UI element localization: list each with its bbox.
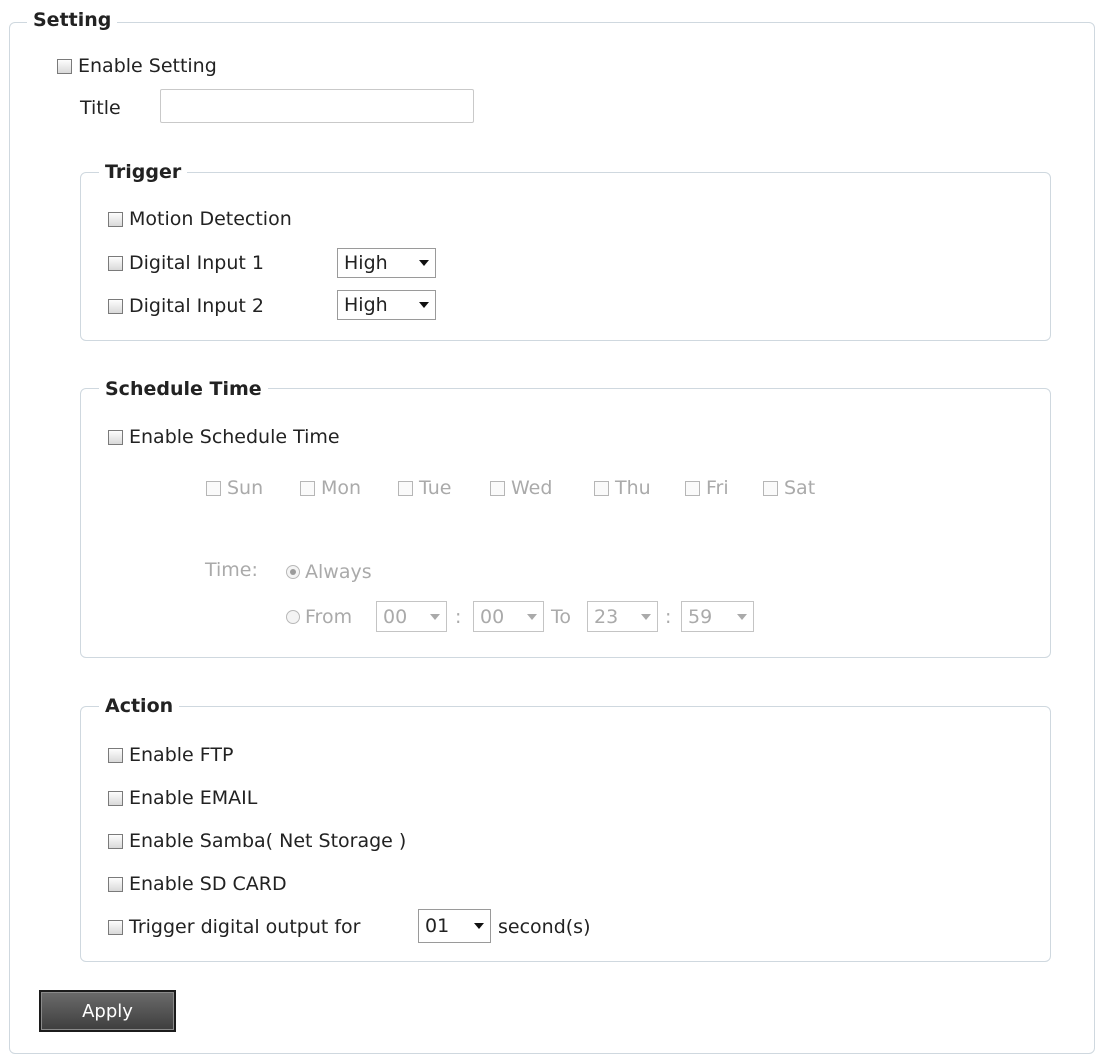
day-sat[interactable]: Sat bbox=[763, 476, 815, 500]
enable-samba-row[interactable]: Enable Samba( Net Storage ) bbox=[108, 829, 406, 853]
enable-schedule-row[interactable]: Enable Schedule Time bbox=[108, 425, 340, 449]
enable-schedule-label: Enable Schedule Time bbox=[129, 426, 340, 448]
digital-input-2-checkbox[interactable] bbox=[108, 298, 123, 314]
chevron-down-icon bbox=[737, 613, 747, 620]
day-mon[interactable]: Mon bbox=[300, 476, 361, 500]
digital-input-1-value: High bbox=[344, 252, 388, 274]
time-label: Time: bbox=[205, 559, 258, 581]
day-sun-label: Sun bbox=[227, 477, 264, 499]
day-thu-label: Thu bbox=[615, 477, 651, 499]
always-radio-row[interactable]: Always bbox=[286, 560, 372, 584]
to-label: To bbox=[551, 606, 572, 628]
chevron-down-icon bbox=[419, 302, 429, 308]
day-sun-checkbox[interactable] bbox=[206, 480, 221, 496]
day-tue-checkbox[interactable] bbox=[398, 480, 413, 496]
chevron-down-icon bbox=[527, 613, 537, 620]
day-thu[interactable]: Thu bbox=[594, 476, 651, 500]
enable-sd-row[interactable]: Enable SD CARD bbox=[108, 872, 287, 896]
day-tue-label: Tue bbox=[419, 477, 452, 499]
day-tue[interactable]: Tue bbox=[398, 476, 451, 500]
digital-output-unit: second(s) bbox=[498, 916, 591, 938]
digital-input-2-row[interactable]: Digital Input 2 bbox=[108, 294, 264, 318]
digital-input-1-row[interactable]: Digital Input 1 bbox=[108, 251, 264, 275]
digital-input-1-checkbox[interactable] bbox=[108, 255, 123, 271]
day-fri-label: Fri bbox=[706, 477, 729, 499]
day-wed[interactable]: Wed bbox=[490, 476, 552, 500]
from-minute-value: 00 bbox=[480, 605, 505, 628]
from-colon: : bbox=[455, 606, 462, 628]
to-hour-value: 23 bbox=[594, 605, 619, 628]
radio-selected-dot bbox=[290, 569, 296, 575]
chevron-down-icon bbox=[419, 260, 429, 266]
setting-legend: Setting bbox=[27, 8, 118, 32]
enable-setting-row[interactable]: Enable Setting bbox=[57, 54, 217, 78]
to-minute-value: 59 bbox=[688, 605, 713, 628]
from-minute-select[interactable]: 00 bbox=[473, 601, 544, 632]
day-sat-label: Sat bbox=[784, 477, 816, 499]
digital-input-2-label: Digital Input 2 bbox=[129, 295, 264, 317]
enable-email-checkbox[interactable] bbox=[108, 790, 123, 806]
digital-input-2-value: High bbox=[344, 294, 388, 316]
action-legend: Action bbox=[99, 694, 180, 718]
enable-ftp-row[interactable]: Enable FTP bbox=[108, 743, 233, 767]
to-colon: : bbox=[665, 606, 672, 628]
enable-ftp-label: Enable FTP bbox=[129, 744, 234, 766]
chevron-down-icon bbox=[641, 613, 651, 620]
to-minute-select[interactable]: 59 bbox=[681, 601, 754, 632]
title-label: Title bbox=[80, 97, 121, 119]
from-hour-value: 00 bbox=[383, 605, 408, 628]
always-radio[interactable] bbox=[286, 565, 300, 579]
day-sat-checkbox[interactable] bbox=[763, 480, 778, 496]
enable-ftp-checkbox[interactable] bbox=[108, 747, 123, 763]
enable-samba-label: Enable Samba( Net Storage ) bbox=[129, 830, 407, 852]
to-hour-select[interactable]: 23 bbox=[587, 601, 658, 632]
from-label: From bbox=[305, 606, 353, 628]
title-input[interactable] bbox=[160, 89, 474, 123]
motion-detection-label: Motion Detection bbox=[129, 208, 292, 230]
chevron-down-icon bbox=[474, 923, 484, 929]
digital-output-row[interactable]: Trigger digital output for bbox=[108, 915, 361, 939]
enable-setting-checkbox[interactable] bbox=[57, 58, 72, 74]
motion-detection-row[interactable]: Motion Detection bbox=[108, 207, 292, 231]
day-thu-checkbox[interactable] bbox=[594, 480, 609, 496]
digital-output-seconds-value: 01 bbox=[425, 915, 450, 937]
enable-sd-label: Enable SD CARD bbox=[129, 873, 287, 895]
day-mon-label: Mon bbox=[321, 477, 362, 499]
enable-sd-checkbox[interactable] bbox=[108, 876, 123, 892]
day-sun[interactable]: Sun bbox=[206, 476, 263, 500]
day-fri[interactable]: Fri bbox=[685, 476, 729, 500]
day-mon-checkbox[interactable] bbox=[300, 480, 315, 496]
trigger-legend: Trigger bbox=[99, 160, 188, 184]
day-wed-checkbox[interactable] bbox=[490, 480, 505, 496]
digital-input-2-select[interactable]: High bbox=[337, 290, 436, 320]
from-radio-row[interactable]: From bbox=[286, 605, 352, 629]
enable-setting-label: Enable Setting bbox=[78, 55, 217, 77]
apply-button[interactable]: Apply bbox=[39, 990, 176, 1032]
digital-output-seconds-select[interactable]: 01 bbox=[418, 909, 491, 943]
enable-schedule-checkbox[interactable] bbox=[108, 429, 123, 445]
schedule-legend: Schedule Time bbox=[99, 377, 268, 401]
day-fri-checkbox[interactable] bbox=[685, 480, 700, 496]
always-label: Always bbox=[305, 561, 372, 583]
digital-input-1-select[interactable]: High bbox=[337, 248, 436, 278]
from-radio[interactable] bbox=[286, 610, 300, 624]
enable-samba-checkbox[interactable] bbox=[108, 833, 123, 849]
from-hour-select[interactable]: 00 bbox=[376, 601, 447, 632]
digital-input-1-label: Digital Input 1 bbox=[129, 252, 264, 274]
digital-output-checkbox[interactable] bbox=[108, 919, 123, 935]
enable-email-row[interactable]: Enable EMAIL bbox=[108, 786, 257, 810]
enable-email-label: Enable EMAIL bbox=[129, 787, 258, 809]
digital-output-label: Trigger digital output for bbox=[129, 916, 361, 938]
chevron-down-icon bbox=[430, 613, 440, 620]
motion-detection-checkbox[interactable] bbox=[108, 211, 123, 227]
day-wed-label: Wed bbox=[511, 477, 553, 499]
